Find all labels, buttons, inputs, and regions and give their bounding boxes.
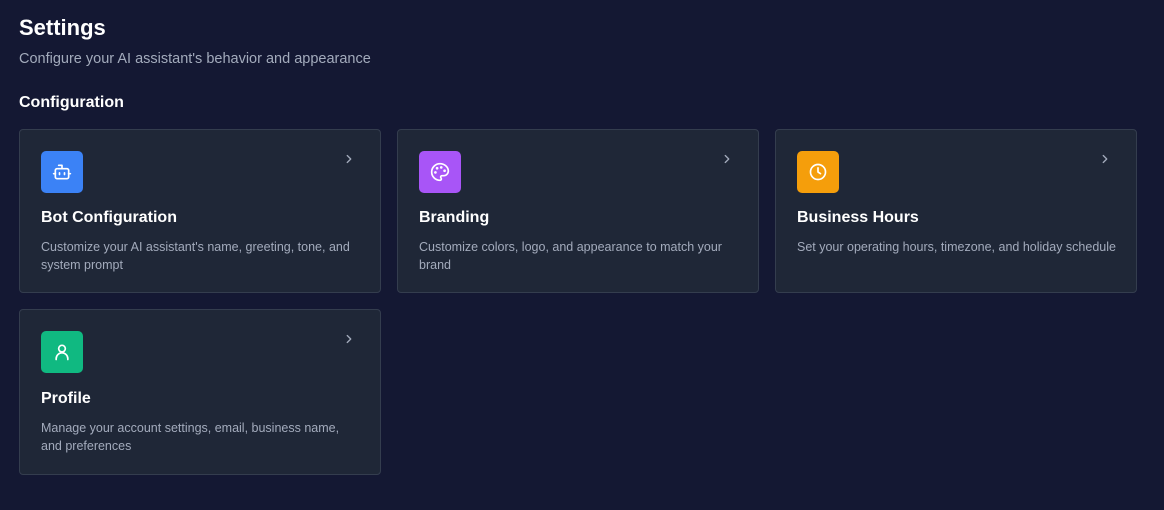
bot-configuration-card[interactable]: Bot Configuration Customize your AI assi… [19,129,381,293]
card-description: Customize your AI assistant's name, gree… [41,240,350,272]
chevron-right-icon [720,152,734,166]
clock-icon [797,151,839,193]
page-subtitle: Configure your AI assistant's behavior a… [19,51,371,67]
settings-page: Settings Configure your AI assistant's b… [0,0,1164,510]
section-title: Configuration [19,94,124,111]
business-hours-card[interactable]: Business Hours Set your operating hours,… [775,129,1137,293]
card-description: Set your operating hours, timezone, and … [797,240,1116,254]
bot-icon [41,151,83,193]
card-title: Business Hours [797,209,919,226]
card-title: Bot Configuration [41,209,177,226]
page-title: Settings [19,15,106,40]
user-icon [41,331,83,373]
card-description: Manage your account settings, email, bus… [41,421,340,453]
chevron-right-icon [342,152,356,166]
card-description: Customize colors, logo, and appearance t… [419,240,722,272]
card-title: Profile [41,390,91,407]
palette-icon [419,151,461,193]
profile-card[interactable]: Profile Manage your account settings, em… [19,309,381,475]
chevron-right-icon [1098,152,1112,166]
chevron-right-icon [342,332,356,346]
card-title: Branding [419,209,490,226]
branding-card[interactable]: Branding Customize colors, logo, and app… [397,129,759,293]
